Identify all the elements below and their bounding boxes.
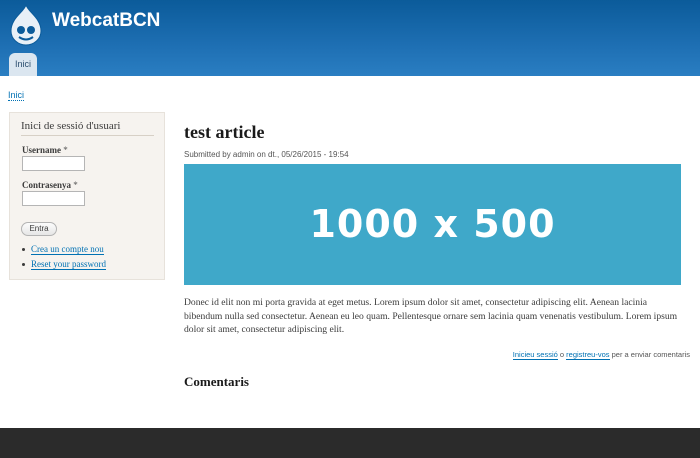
site-footer [0,428,700,458]
article-image: 1000 x 500 [184,164,681,285]
submitted-info: Submitted by admin on dt., 05/26/2015 - … [184,150,349,159]
password-label: Contrasenya * [22,180,78,190]
list-item: Crea un compte nou [22,244,106,255]
password-label-text: Contrasenya [22,180,71,190]
register-link[interactable]: registreu-vos [566,350,610,360]
login-submit-button[interactable]: Entra [21,222,57,236]
tab-inici[interactable]: Inici [9,53,37,76]
username-label-text: Username [22,145,61,155]
username-field[interactable] [22,156,85,171]
required-marker: * [73,180,78,190]
list-item: Reset your password [22,259,106,270]
site-header: WebcatBCN Inici [0,0,700,76]
login-block-title: Inici de sessió d'usuari [21,120,154,136]
password-field[interactable] [22,191,85,206]
reset-password-link[interactable]: Reset your password [31,259,106,270]
article-title[interactable]: test article [184,122,264,143]
username-label: Username * [22,145,68,155]
user-login-block: Inici de sessió d'usuari Username * Cont… [9,112,165,280]
comment-login-hint: Inicieu sessió o registreu-vos per a env… [512,350,690,360]
comment-hint-suffix: per a enviar comentaris [611,350,690,359]
drupal-drop-icon[interactable] [8,3,44,46]
connector-text: o [559,350,565,359]
comments-heading: Comentaris [184,374,249,389]
create-account-link[interactable]: Crea un compte nou [31,244,104,255]
article-body: Donec id elit non mi porta gravida at eg… [184,297,678,335]
image-placeholder-text: 1000 x 500 [309,202,556,246]
breadcrumb-home-link[interactable]: Inici [8,90,25,101]
login-link[interactable]: Inicieu sessió [512,350,558,360]
site-name[interactable]: WebcatBCN [52,10,160,32]
required-marker: * [63,145,68,155]
login-links-list: Crea un compte nou Reset your password [22,244,106,274]
